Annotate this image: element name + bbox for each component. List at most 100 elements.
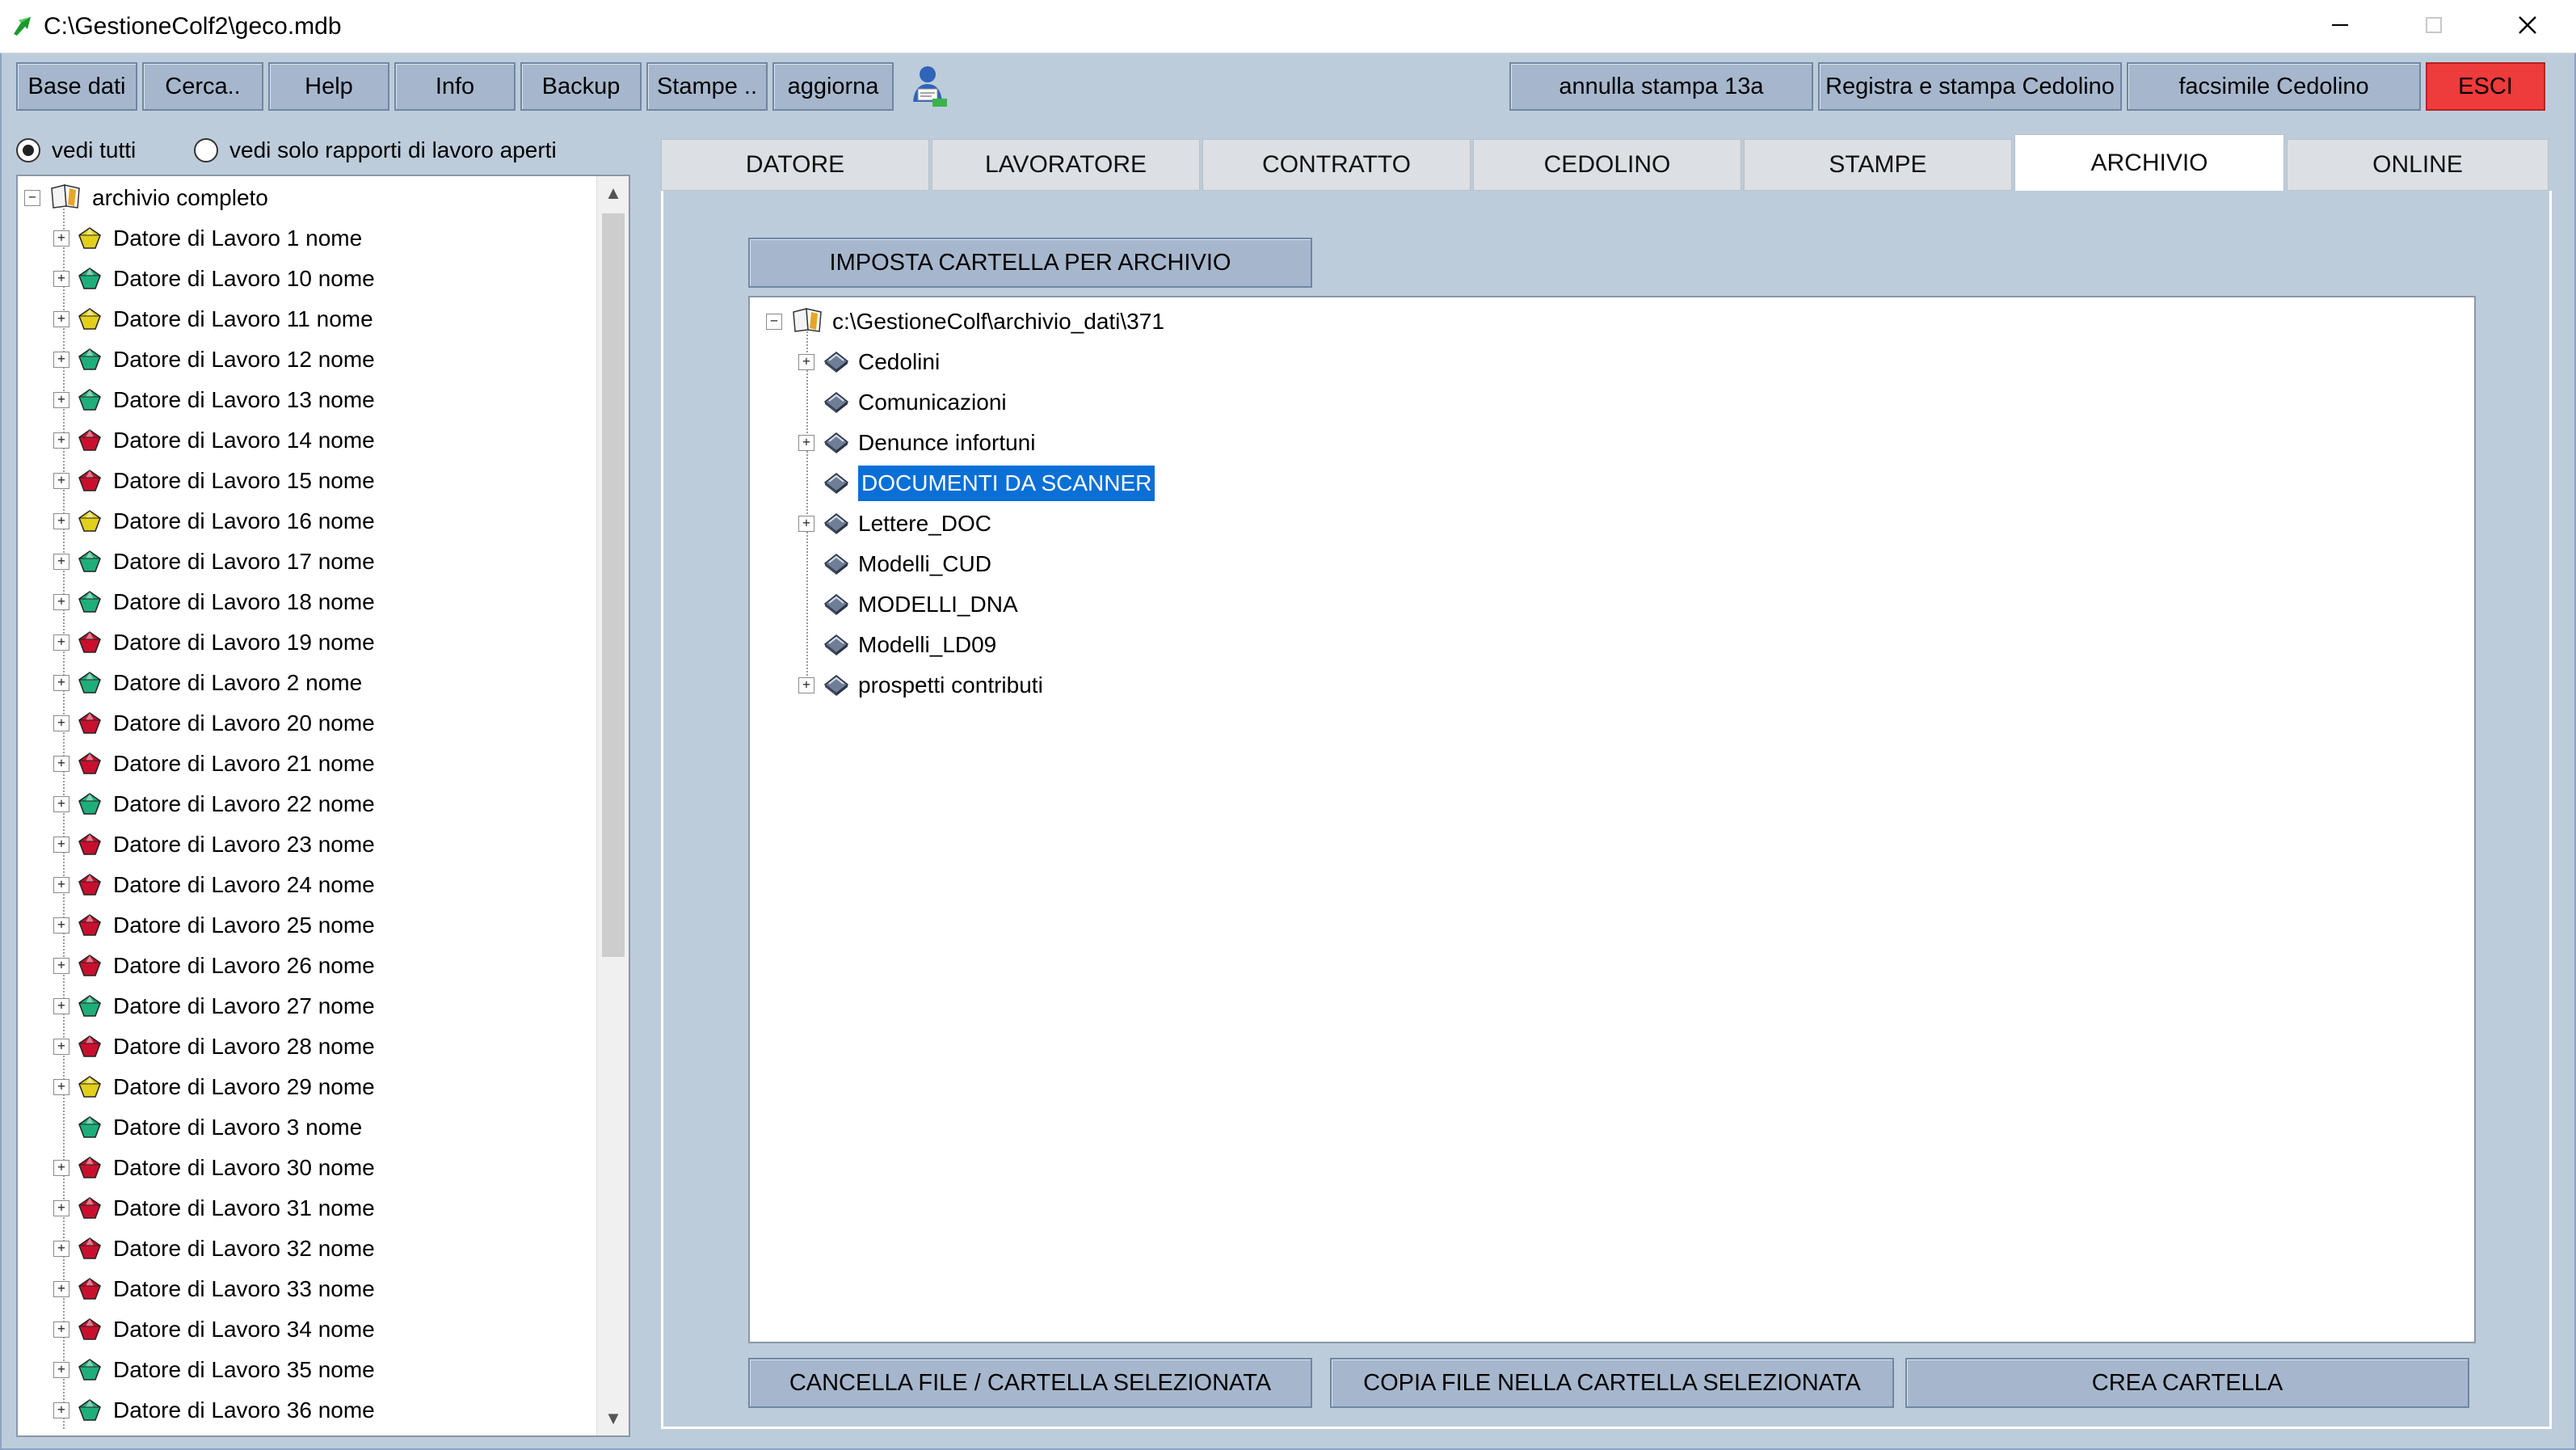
base-dati-button[interactable]: Base dati [16,62,137,111]
archive-folder-item[interactable]: MODELLI_DNA [798,585,1018,624]
aggiorna-button[interactable]: aggiorna [772,62,894,111]
tab-cedolino[interactable]: CEDOLINO [1473,139,1741,191]
annulla-stampa-13a-button[interactable]: annulla stampa 13a [1509,62,1813,111]
tree-item-datore[interactable]: + Datore di Lavoro 30 nome [53,1148,375,1188]
tree-item-datore[interactable]: + Datore di Lavoro 20 nome [53,703,375,744]
tab-archivio[interactable]: ARCHIVIO [2014,134,2284,191]
expand-icon[interactable]: + [53,1079,69,1095]
tree-item-datore[interactable]: + Datore di Lavoro 36 nome [53,1390,375,1431]
tree-item-datore[interactable]: + Datore di Lavoro 32 nome [53,1229,375,1269]
stampe-button[interactable]: Stampe .. [646,62,768,111]
archive-root[interactable]: − c:\GestioneColf\archivio_dati\371 [766,302,1164,341]
expand-icon[interactable]: + [798,516,814,532]
user-wizard-button[interactable] [902,62,953,112]
cancella-file-cartella-button[interactable]: CANCELLA FILE / CARTELLA SELEZIONATA [748,1358,1312,1408]
expand-icon[interactable]: + [53,1321,69,1338]
tab-online[interactable]: ONLINE [2287,139,2549,191]
registra-stampa-cedolino-button[interactable]: Registra e stampa Cedolino [1818,62,2122,111]
crea-cartella-button[interactable]: CREA CARTELLA [1905,1358,2469,1408]
close-button[interactable] [2481,0,2574,53]
expand-icon[interactable]: + [53,634,69,651]
archive-folder-item[interactable]: + Denunce infortuni [798,424,1035,462]
tree-item-datore[interactable]: + Datore di Lavoro 21 nome [53,744,375,784]
expand-icon[interactable]: + [53,796,69,812]
tree-item-datore[interactable]: + Datore di Lavoro 27 nome [53,986,375,1026]
expand-icon[interactable]: + [53,1402,69,1418]
expand-icon[interactable]: + [53,230,69,247]
tree-item-datore[interactable]: + Datore di Lavoro 18 nome [53,582,375,622]
archive-folder-tree[interactable]: − c:\GestioneColf\archivio_dati\371 + Ced… [748,296,2476,1343]
expand-icon[interactable]: + [53,473,69,489]
archive-folder-item[interactable]: + Lettere_DOC [798,504,991,543]
backup-button[interactable]: Backup [520,62,642,111]
expand-icon[interactable]: + [53,837,69,853]
tree-item-datore[interactable]: + Datore di Lavoro 31 nome [53,1188,375,1229]
archive-folder-item[interactable]: Modelli_CUD [798,545,991,584]
facsimile-cedolino-button[interactable]: facsimile Cedolino [2127,62,2421,111]
expand-icon[interactable]: + [53,1200,69,1216]
expand-icon[interactable]: + [53,432,69,449]
esci-button[interactable]: ESCI [2426,62,2545,111]
expand-icon[interactable]: + [53,1241,69,1257]
tree-item-datore[interactable]: + Datore di Lavoro 35 nome [53,1350,375,1390]
radio-vedi-aperti-circle[interactable] [194,138,218,162]
tree-item-datore[interactable]: + Datore di Lavoro 25 nome [53,905,375,946]
tree-item-datore[interactable]: + Datore di Lavoro 33 nome [53,1269,375,1309]
archive-folder-item[interactable]: + Cedolini [798,343,940,381]
tree-item-datore[interactable]: + Datore di Lavoro 12 nome [53,339,375,380]
radio-vedi-aperti[interactable]: vedi solo rapporti di lavoro aperti [194,134,557,166]
expand-icon[interactable]: + [53,715,69,731]
tree-item-datore[interactable]: + Datore di Lavoro 15 nome [53,461,375,501]
archive-folder-item[interactable]: Modelli_LD09 [798,626,996,664]
info-button[interactable]: Info [394,62,516,111]
tab-stampe[interactable]: STAMPE [1744,139,2012,191]
archive-folder-item[interactable]: DOCUMENTI DA SCANNER [798,464,1155,503]
expand-icon[interactable]: + [53,675,69,691]
scroll-down-icon[interactable]: ▼ [597,1402,629,1435]
expand-icon[interactable]: + [53,352,69,368]
expand-icon[interactable]: + [53,1281,69,1297]
tree-item-datore[interactable]: + Datore di Lavoro 16 nome [53,501,375,542]
tree-item-datore[interactable]: + Datore di Lavoro 19 nome [53,622,375,663]
archive-folder-item[interactable]: + prospetti contributi [798,666,1043,705]
imposta-cartella-button[interactable]: IMPOSTA CARTELLA PER ARCHIVIO [748,238,1312,288]
scrollbar-thumb[interactable] [602,213,625,957]
employer-tree[interactable]: − archivio completo + Datore di Lavoro 1 … [16,175,630,1437]
tree-item-datore[interactable]: + Datore di Lavoro 26 nome [53,946,375,986]
tree-item-datore[interactable]: + Datore di Lavoro 10 nome [53,259,375,299]
tree-item-datore[interactable]: + Datore di Lavoro 34 nome [53,1309,375,1350]
tab-contratto[interactable]: CONTRATTO [1202,139,1471,191]
expand-icon[interactable]: + [53,594,69,610]
collapse-icon[interactable]: − [766,314,782,330]
minimize-button[interactable] [2293,0,2387,53]
tree-item-datore[interactable]: + Datore di Lavoro 28 nome [53,1026,375,1067]
radio-vedi-tutti[interactable]: vedi tutti [16,134,136,166]
expand-icon[interactable]: + [53,311,69,327]
help-button[interactable]: Help [268,62,389,111]
expand-icon[interactable]: + [53,1160,69,1176]
tree-scrollbar[interactable]: ▲ ▼ [596,176,629,1435]
expand-icon[interactable]: + [53,513,69,529]
expand-icon[interactable]: + [798,354,814,370]
tree-item-datore[interactable]: + Datore di Lavoro 22 nome [53,784,375,824]
expand-icon[interactable]: + [53,392,69,408]
collapse-icon[interactable]: − [24,190,40,206]
expand-icon[interactable]: + [53,1362,69,1378]
tree-item-datore[interactable]: Datore di Lavoro 3 nome [53,1107,362,1148]
expand-icon[interactable]: + [53,917,69,934]
expand-icon[interactable]: + [53,271,69,287]
tab-lavoratore[interactable]: LAVORATORE [932,139,1200,191]
maximize-button[interactable] [2387,0,2481,53]
tree-root[interactable]: − archivio completo [24,178,268,218]
tree-item-datore[interactable]: + Datore di Lavoro 1 nome [53,218,362,259]
cerca-button[interactable]: Cerca.. [142,62,263,111]
expand-icon[interactable]: + [53,1039,69,1055]
expand-icon[interactable]: + [53,998,69,1014]
expand-icon[interactable]: + [798,435,814,451]
expand-icon[interactable]: + [53,958,69,974]
copia-file-button[interactable]: COPIA FILE NELLA CARTELLA SELEZIONATA [1330,1358,1894,1408]
tree-item-datore[interactable]: + Datore di Lavoro 14 nome [53,420,375,461]
tree-item-datore[interactable]: + Datore di Lavoro 29 nome [53,1067,375,1107]
radio-vedi-tutti-circle[interactable] [16,138,40,162]
tree-item-datore[interactable]: + Datore di Lavoro 17 nome [53,542,375,582]
